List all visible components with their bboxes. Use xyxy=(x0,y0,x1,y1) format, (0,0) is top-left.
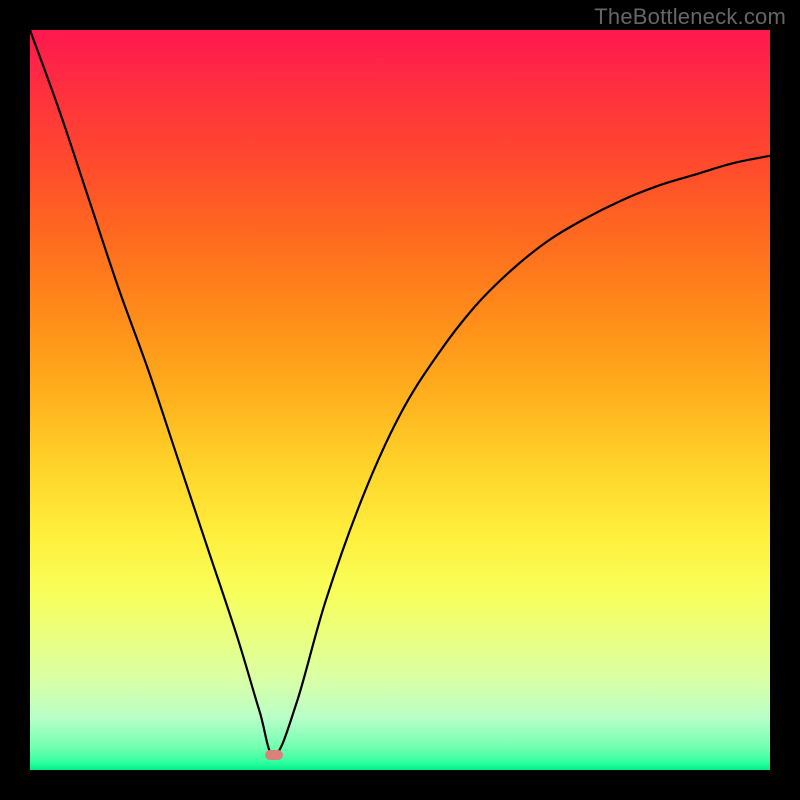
chart-frame: TheBottleneck.com xyxy=(0,0,800,800)
plot-area xyxy=(30,30,770,770)
watermark-text: TheBottleneck.com xyxy=(594,4,786,30)
minimum-marker xyxy=(265,750,283,760)
bottleneck-curve xyxy=(30,30,770,770)
